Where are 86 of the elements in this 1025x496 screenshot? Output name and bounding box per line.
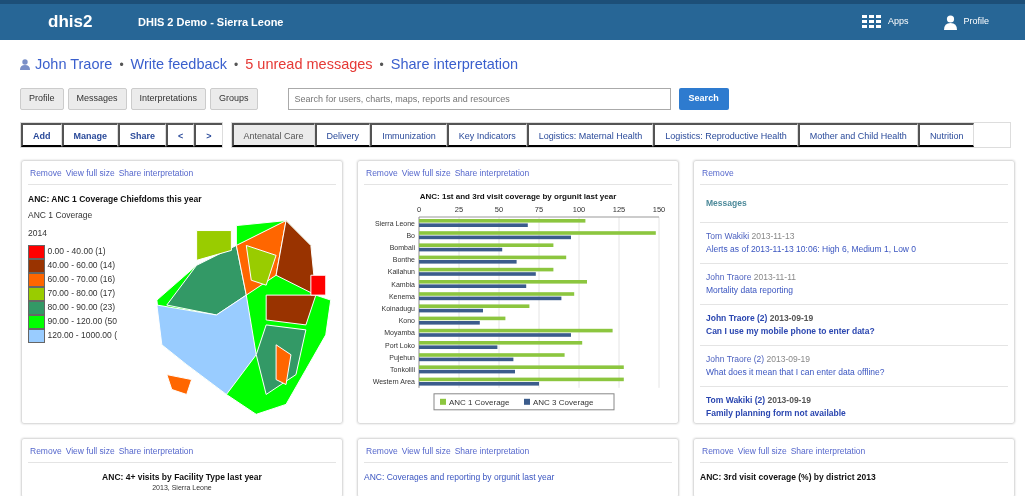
apps-link[interactable]: Apps [887,15,909,29]
apps-grid-icon[interactable] [861,15,882,29]
card-link[interactable]: Remove [702,166,734,180]
separator-dot: • [379,56,384,74]
legend-label: 80.00 - 90.00 (23) [47,301,116,315]
user-icon [20,59,30,71]
message-item[interactable]: Tom Wakiki 2013-11-13 Alerts as of 2013-11-13 10:06: High 6, Medium 1, Low 0 [700,222,1008,264]
card-link[interactable]: Remove [366,166,398,180]
card-link[interactable]: View full size [65,444,115,458]
dashboard-tab[interactable]: Immunization [370,122,447,147]
card-link[interactable]: Remove [30,444,62,458]
card-link[interactable]: View full size [401,444,451,458]
legend-label: ANC 1 Coverage [449,397,511,407]
message-sender: Tom Wakiki [706,230,750,241]
message-subject: Mortality data reporting [706,283,794,297]
action-button[interactable]: Add [21,122,62,147]
chart-title: ANC: 3rd visit coverage (%) by district 2013 [700,470,877,484]
card-link[interactable]: View full size [737,444,787,458]
legend-label: 70.00 - 80.00 (17) [47,287,116,301]
legend-label: ANC 3 Coverage [533,397,595,407]
message-sender: John Traore (2) [706,312,768,323]
chart-title: ANC: 1st and 3rd visit coverage by orgunit last year [419,191,617,201]
card-link[interactable]: View full size [65,166,115,180]
legend-label: 120.00 - 1000.00 ( [47,329,117,343]
unread-messages-link[interactable]: 5 unread messages [245,54,373,76]
separator-dot: • [119,56,124,74]
card-link[interactable]: Share interpretation [454,444,530,458]
action-button[interactable]: > [194,122,222,147]
message-date: 2013-09-19 [767,394,811,405]
message-item[interactable]: John Traore 2013-11-11 Mortality data reporting [700,263,1008,305]
dashboard-tab[interactable]: Delivery [314,122,371,147]
separator-dot: • [234,56,239,74]
dashboard-tab[interactable]: Nutrition [917,122,975,147]
card-link[interactable]: Remove [30,166,62,180]
user-icon[interactable] [944,14,958,30]
legend-label: 0.00 - 40.00 (1) [47,245,106,259]
header-link[interactable]: Share interpretation [390,54,519,76]
message-subject: Alerts as of 2013-11-13 10:06: High 6, Medium 1, Low 0 [706,242,918,256]
message-date: 2013-11-11 [753,271,796,282]
legend-period: 2014 [28,227,48,240]
legend-label: 90.00 - 120.00 (50 [47,315,117,329]
card-link[interactable]: Share interpretation [454,166,530,180]
action-button[interactable]: Share [118,122,167,147]
dashboard-tab[interactable]: Antenatal Care [231,122,315,147]
legend-label: 40.00 - 60.00 (14) [47,259,116,273]
profile-link[interactable]: Profile [963,15,989,29]
message-date: 2013-09-19 [769,312,814,323]
search-button[interactable]: Search [678,87,729,110]
card-link[interactable]: Share interpretation [790,444,866,458]
logo[interactable]: dhis2 [48,9,138,35]
message-sender: Tom Wakiki (2) [706,394,766,405]
nav-button[interactable]: Profile [20,87,64,110]
message-sender: John Traore [706,271,752,282]
message-item[interactable]: John Traore (2) 2013-09-19 Can I use my mobile phone to enter data? [700,304,1008,346]
action-button[interactable]: Manage [61,122,118,147]
header-link[interactable]: Write feedback [130,54,228,76]
message-subject: What does it mean that I can enter data offline? [706,365,886,379]
dashboard-tab[interactable]: Logistics: Maternal Health [526,122,654,147]
chart-title: ANC: 4+ visits by Facility Type last year [101,470,263,484]
nav-button[interactable]: Groups [210,87,258,110]
nav-button[interactable]: Interpretations [130,87,207,110]
message-subject: Can I use my mobile phone to enter data? [706,324,876,338]
legend-label: 60.00 - 70.00 (16) [47,273,116,287]
action-button[interactable]: < [166,122,195,147]
card-link[interactable]: Share interpretation [118,444,194,458]
message-date: 2013-11-13 [751,230,795,241]
chart-title: ANC: Coverages and reporting by orgunit last year [364,470,556,484]
message-date: 2013-09-19 [766,353,810,364]
message-item[interactable]: John Traore (2) 2013-09-19 What does it mean that I can enter data offline? [700,345,1008,387]
user-name-link[interactable]: John Traore [35,54,113,76]
map-title: ANC: ANC 1 Coverage Chiefdoms this year [28,192,203,206]
dashboard-tab[interactable]: Mother and Child Health [797,122,918,147]
card-link[interactable]: Remove [366,444,398,458]
message-sender: John Traore (2) [706,353,765,364]
nav-button[interactable]: Messages [67,87,127,110]
message-item[interactable]: Tom Wakiki (2) 2013-09-19 Family planning form not available [700,386,1008,423]
message-subject: Family planning form not available [706,406,847,420]
app-title: DHIS 2 Demo - Sierra Leone [138,14,285,30]
search-field[interactable]: Search for users, charts, maps, reports and resources [287,87,671,110]
card-link[interactable]: Remove [702,444,734,458]
dashboard-tab[interactable]: Logistics: Reproductive Health [653,122,798,147]
legend-title: ANC 1 Coverage [28,209,94,222]
dashboard-tab[interactable]: Key Indicators [446,122,527,147]
card-link[interactable]: Share interpretation [118,166,194,180]
messages-heading: Messages [700,184,1008,223]
card-link[interactable]: View full size [401,166,451,180]
